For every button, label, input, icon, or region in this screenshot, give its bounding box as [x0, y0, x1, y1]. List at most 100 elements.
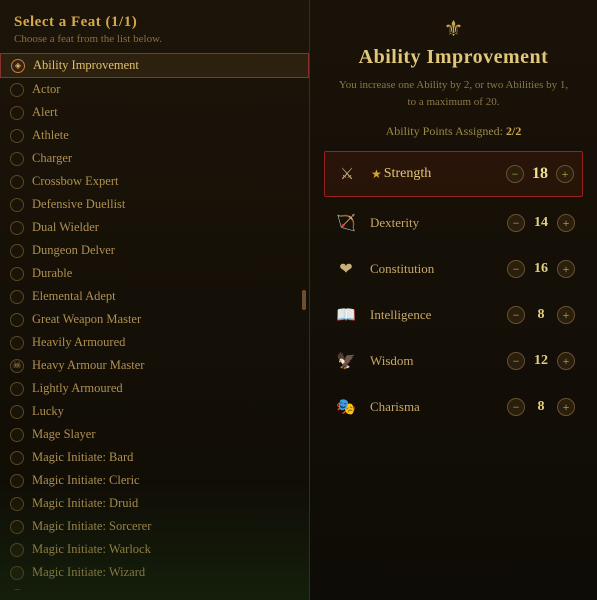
feat-item-label: Crossbow Expert — [32, 174, 118, 189]
feat-item-icon — [10, 129, 24, 143]
feat-item-icon — [10, 520, 24, 534]
feat-item-durable[interactable]: Durable — [0, 262, 309, 285]
feat-item-label: Mage Slayer — [32, 427, 96, 442]
feat-item-label: Elemental Adept — [32, 289, 116, 304]
panel-title: Select a Feat (1/1) — [0, 10, 309, 33]
feat-item-magic-initiate-bard[interactable]: Magic Initiate: Bard — [0, 446, 309, 469]
right-panel-description: You increase one Ability by 2, or two Ab… — [324, 77, 583, 110]
feat-item-great-weapon-master[interactable]: Great Weapon Master — [0, 308, 309, 331]
feat-item-label: Magic Initiate: Warlock — [32, 542, 151, 557]
strength-minus-button[interactable]: − — [506, 165, 524, 183]
feat-item-heavily-armoured[interactable]: Heavily Armoured — [0, 331, 309, 354]
feat-item-icon — [10, 198, 24, 212]
feat-item-label: Magic Initiate: Sorcerer — [32, 519, 151, 534]
feat-item-icon — [10, 451, 24, 465]
feat-item-label: Magic Initiate: Cleric — [32, 473, 140, 488]
feat-item-dual-wielder[interactable]: Dual Wielder — [0, 216, 309, 239]
ability-row-charisma: 🎭Charisma−8+ — [324, 387, 583, 427]
dexterity-controls: −14 + — [507, 214, 575, 232]
feat-item-magic-initiate-wizard[interactable]: Magic Initiate: Wizard — [0, 561, 309, 584]
feat-item-icon — [10, 221, 24, 235]
feat-item-heavy-armour-master[interactable]: ☠Heavy Armour Master — [0, 354, 309, 377]
constitution-minus-button[interactable]: − — [507, 260, 525, 278]
feat-item-label: Athlete — [32, 128, 69, 143]
feat-list: ◈Ability ImprovementActor Alert Athlete Cha… — [0, 53, 309, 590]
charisma-plus-button[interactable]: + — [557, 398, 575, 416]
feat-item-magic-initiate-warlock[interactable]: Magic Initiate: Warlock — [0, 538, 309, 561]
ability-row-constitution: ❤ Constitution−16 + — [324, 249, 583, 289]
feat-item-dungeon-delver[interactable]: Dungeon Delver — [0, 239, 309, 262]
feat-item-label: Lightly Armoured — [32, 381, 123, 396]
wisdom-value: 12 — [531, 353, 551, 369]
constitution-icon: ❤ — [332, 255, 360, 283]
feat-item-icon — [10, 405, 24, 419]
feat-item-magic-initiate-cleric[interactable]: Magic Initiate: Cleric — [0, 469, 309, 492]
right-panel-title: Ability Improvement — [359, 46, 549, 69]
feat-item-icon — [10, 474, 24, 488]
feat-item-crossbow-expert[interactable]: Crossbow Expert — [0, 170, 309, 193]
wisdom-controls: −12 + — [507, 352, 575, 370]
charisma-minus-button[interactable]: − — [507, 398, 525, 416]
intelligence-minus-button[interactable]: − — [507, 306, 525, 324]
strength-controls: −18+ — [506, 165, 574, 183]
intelligence-icon: 📖 — [332, 301, 360, 329]
feat-item-icon: ☠ — [10, 359, 24, 373]
feat-item-icon — [10, 106, 24, 120]
dexterity-plus-button[interactable]: + — [557, 214, 575, 232]
feat-item-elemental-adept[interactable]: Elemental Adept — [0, 285, 309, 308]
feat-item-label: Charger — [32, 151, 72, 166]
wisdom-icon: 🦅 — [332, 347, 360, 375]
feat-item-label: Durable — [32, 266, 72, 281]
feat-item-icon — [10, 497, 24, 511]
strength-plus-button[interactable]: + — [556, 165, 574, 183]
dexterity-icon: 🏹 — [332, 209, 360, 237]
feat-list-panel: Select a Feat (1/1) Choose a feat from t… — [0, 0, 310, 600]
ability-row-wisdom: 🦅 Wisdom−12 + — [324, 341, 583, 381]
wisdom-plus-button[interactable]: + — [557, 352, 575, 370]
feat-item-label: Defensive Duellist — [32, 197, 125, 212]
feat-item-icon — [10, 428, 24, 442]
intelligence-value: 8 — [531, 307, 551, 323]
feat-item-alert[interactable]: Alert — [0, 101, 309, 124]
dexterity-value: 14 — [531, 215, 551, 231]
feat-item-label: Alert — [32, 105, 58, 120]
intelligence-controls: −8 + — [507, 306, 575, 324]
dexterity-minus-button[interactable]: − — [507, 214, 525, 232]
feat-item-icon — [10, 290, 24, 304]
feat-item-athlete[interactable]: Athlete — [0, 124, 309, 147]
feat-item-icon — [10, 152, 24, 166]
charisma-value: 8 — [531, 399, 551, 415]
feat-item-icon — [10, 313, 24, 327]
feat-item-icon — [10, 589, 24, 591]
feat-item-magic-initiate-sorcerer[interactable]: Magic Initiate: Sorcerer — [0, 515, 309, 538]
feat-item-icon — [10, 336, 24, 350]
feat-item-lucky[interactable]: Lucky — [0, 400, 309, 423]
feat-item-label: Heavily Armoured — [32, 335, 125, 350]
feat-item-defensive-duellist[interactable]: Defensive Duellist — [0, 193, 309, 216]
constitution-name: Constitution — [370, 261, 497, 277]
intelligence-plus-button[interactable]: + — [557, 306, 575, 324]
wisdom-name: Wisdom — [370, 353, 497, 369]
feat-item-mage-slayer[interactable]: Mage Slayer — [0, 423, 309, 446]
constitution-controls: −16 + — [507, 260, 575, 278]
feat-item-label: Dungeon Delver — [32, 243, 115, 258]
feat-item-label: Magic Initiate: Druid — [32, 496, 138, 511]
strength-star-icon: ★ — [371, 167, 382, 182]
feat-item-actor[interactable]: Actor — [0, 78, 309, 101]
ability-row-strength: ⚔★ Strength−18+ — [324, 151, 583, 197]
panel-subtitle: Choose a feat from the list below. — [0, 33, 309, 53]
constitution-value: 16 — [531, 261, 551, 277]
feat-item-charger[interactable]: Charger — [0, 147, 309, 170]
dexterity-name: Dexterity — [370, 215, 497, 231]
feat-item-label: Great Weapon Master — [32, 312, 141, 327]
feat-item-martial-adept[interactable]: Martial Adept — [0, 584, 309, 590]
feat-item-magic-initiate-druid[interactable]: Magic Initiate: Druid — [0, 492, 309, 515]
wisdom-minus-button[interactable]: − — [507, 352, 525, 370]
feat-item-ability-improvement[interactable]: ◈Ability Improvement — [0, 53, 309, 78]
strength-name: Strength — [384, 166, 496, 182]
feat-item-icon — [10, 382, 24, 396]
ability-list: ⚔★ Strength−18+🏹Dexterity−14+❤Constituti… — [324, 151, 583, 427]
constitution-plus-button[interactable]: + — [557, 260, 575, 278]
ability-points-label: Ability Points Assigned: 2/2 — [386, 124, 522, 139]
feat-item-lightly-armoured[interactable]: Lightly Armoured — [0, 377, 309, 400]
